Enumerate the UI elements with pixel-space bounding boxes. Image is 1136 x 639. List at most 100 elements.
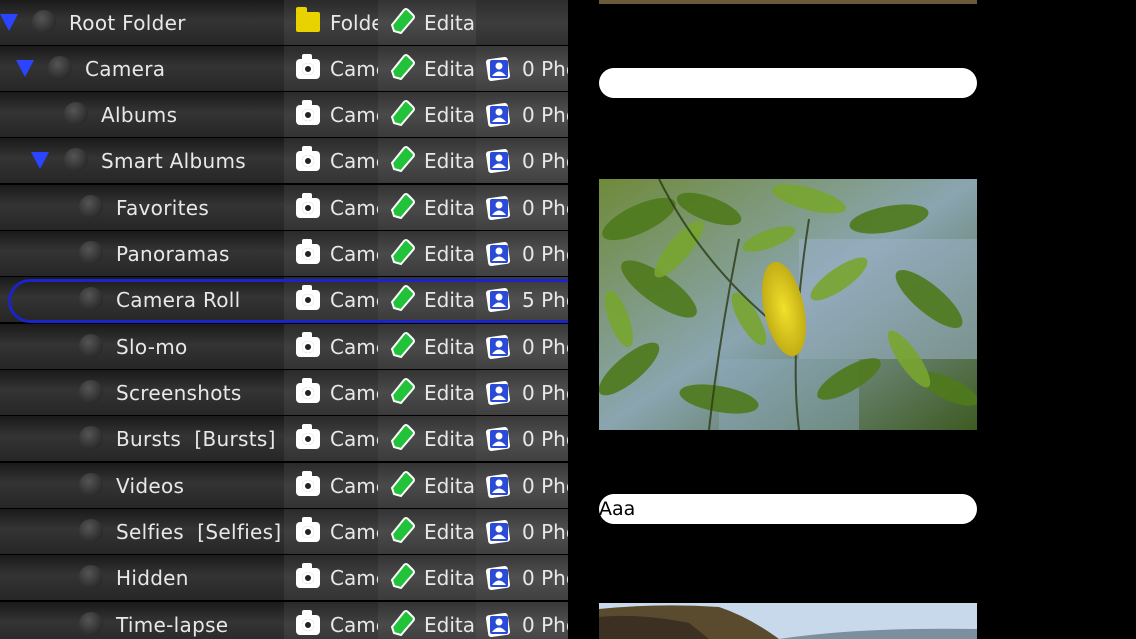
type-cell: Camera (284, 463, 378, 509)
photos-icon (484, 101, 512, 129)
row-label: Favorites (116, 196, 210, 220)
count-cell: 0 Photos (476, 416, 568, 462)
edit-pen-icon (390, 377, 416, 405)
tree-row-screenshots[interactable]: Screenshots Camera Editable 0 Photos (0, 370, 568, 416)
camera-icon (296, 563, 320, 588)
camera-icon (296, 610, 320, 635)
type-label: Camera (330, 427, 378, 451)
tree-row-smart-albums[interactable]: Smart Albums Camera Editable 0 Photos (0, 138, 568, 184)
row-bullet-icon (64, 102, 88, 126)
folder-icon (296, 7, 320, 32)
photo-thumbnail-leaves[interactable] (599, 179, 977, 430)
count-label: 0 Photos (522, 242, 568, 266)
photo-thumbnail-landscape[interactable] (599, 603, 977, 639)
editable-cell: Editable (378, 509, 476, 555)
tree-row-hidden[interactable]: Hidden Camera Editable 0 Photos (0, 555, 568, 601)
tree-row-albums[interactable]: Albums Camera Editable 0 Photos (0, 92, 568, 138)
editable-cell: Editable (378, 370, 476, 416)
count-cell: 0 Photos (476, 185, 568, 231)
photos-icon (484, 55, 512, 83)
row-label: Slo-mo (116, 335, 188, 359)
type-label: Camera (330, 566, 378, 590)
tree-row-favorites[interactable]: Favorites Camera Editable 0 Photos (0, 185, 568, 231)
photo-caption-bar[interactable]: Aaa (599, 494, 977, 524)
editable-label: Editable (424, 474, 476, 498)
type-cell: Camera (284, 92, 378, 138)
disclosure-triangle-icon[interactable] (31, 152, 49, 169)
edit-pen-icon (390, 145, 416, 173)
photo-caption-bar[interactable] (599, 68, 977, 98)
photos-icon (484, 425, 512, 453)
row-label: Smart Albums (101, 149, 246, 173)
type-label: Camera (330, 57, 378, 81)
row-bullet-icon (79, 334, 103, 358)
editable-cell: Editable (378, 92, 476, 138)
row-bullet-icon (79, 612, 103, 636)
name-cell: Camera (0, 46, 284, 92)
type-cell: Camera (284, 138, 378, 184)
type-cell: Camera (284, 509, 378, 555)
camera-icon (296, 517, 320, 542)
photo-thumbnail-partial[interactable] (599, 0, 977, 4)
editable-label: Editable (424, 335, 476, 359)
count-cell: 0 Photos (476, 231, 568, 277)
photo-list-panel: Aaa (568, 0, 1136, 639)
row-label: Videos (116, 474, 185, 498)
count-cell: 0 Photos (476, 370, 568, 416)
editable-label: Editable (424, 381, 476, 405)
type-cell: Camera (284, 555, 378, 601)
count-label: 0 Photos (522, 381, 568, 405)
type-label: Camera (330, 242, 378, 266)
count-cell: 0 Photos (476, 509, 568, 555)
landscape-photo-image (599, 603, 977, 639)
tree-row-time-lapse[interactable]: Time-lapse Camera Editable 0 Photos (0, 602, 568, 639)
camera-icon (296, 146, 320, 171)
edit-pen-icon (390, 99, 416, 127)
camera-icon (296, 471, 320, 496)
name-cell: Videos (0, 463, 284, 509)
tree-row-camera[interactable]: Camera Camera Editable 0 Photos (0, 46, 568, 92)
name-cell: Hidden (0, 555, 284, 601)
row-label: Camera (85, 57, 166, 81)
edit-pen-icon (390, 423, 416, 451)
type-label: Camera (330, 613, 378, 637)
count-cell: 0 Photos (476, 463, 568, 509)
editable-label: Editable (424, 613, 476, 637)
photos-icon (484, 147, 512, 175)
count-cell: 0 Photos (476, 602, 568, 639)
row-bullet-icon (79, 473, 103, 497)
editable-label: Editable (424, 566, 476, 590)
tree-row-root-folder[interactable]: Root Folder Folder Editable (0, 0, 568, 46)
editable-cell: Editable (378, 463, 476, 509)
tree-row-selfies[interactable]: Selfies [Selfies] Camera Editable 0 Phot… (0, 509, 568, 555)
edit-pen-icon (390, 331, 416, 359)
editable-label: Editable (424, 242, 476, 266)
count-label: 0 Photos (522, 520, 568, 544)
row-label: Panoramas (116, 242, 230, 266)
tree-row-bursts[interactable]: Bursts [Bursts] Camera Editable 0 Photos (0, 416, 568, 462)
row-bullet-icon (64, 148, 88, 172)
tree-row-slo-mo[interactable]: Slo-mo Camera Editable 0 Photos (0, 324, 568, 370)
disclosure-triangle-icon[interactable] (0, 14, 18, 31)
count-cell: 0 Photos (476, 46, 568, 92)
tree-row-panoramas[interactable]: Panoramas Camera Editable 0 Photos (0, 231, 568, 277)
edit-pen-icon (390, 7, 416, 35)
count-label: 0 Photos (522, 474, 568, 498)
camera-icon (296, 193, 320, 218)
type-cell: Camera (284, 602, 378, 639)
count-label: 0 Photos (522, 427, 568, 451)
row-label: Hidden (116, 566, 189, 590)
row-label: Root Folder (69, 11, 186, 35)
editable-label: Editable (424, 196, 476, 220)
name-cell: Selfies [Selfies] (0, 509, 284, 555)
type-cell: Camera (284, 370, 378, 416)
editable-cell: Editable (378, 46, 476, 92)
type-cell: Camera (284, 231, 378, 277)
type-label: Camera (330, 103, 378, 127)
camera-icon (296, 424, 320, 449)
edit-pen-icon (390, 470, 416, 498)
tree-row-videos[interactable]: Videos Camera Editable 0 Photos (0, 463, 568, 509)
disclosure-triangle-icon[interactable] (16, 60, 34, 77)
photos-icon (484, 472, 512, 500)
editable-cell: Editable (378, 231, 476, 277)
